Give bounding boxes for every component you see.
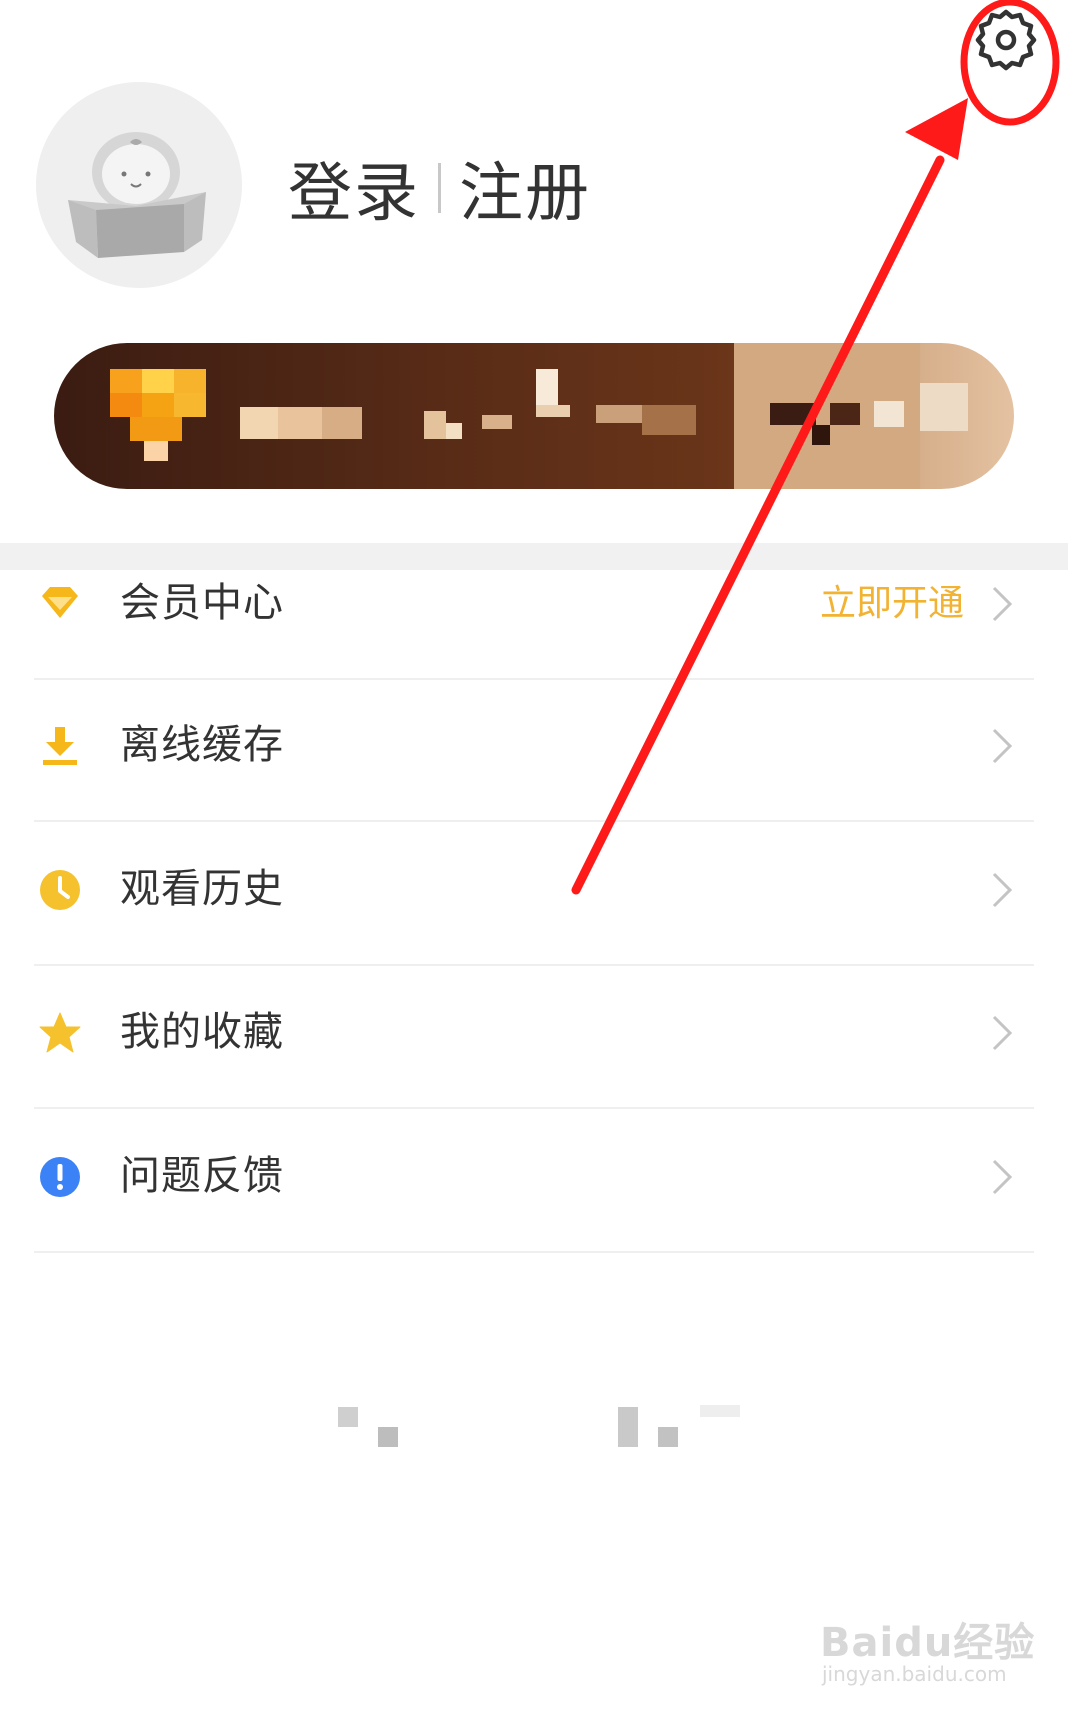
- login-link[interactable]: 登录: [288, 142, 420, 234]
- register-link[interactable]: 注册: [459, 142, 591, 234]
- vip-crown-icon: [110, 369, 206, 461]
- chevron-right-icon: [992, 1015, 1013, 1051]
- exclamation-icon: [40, 1157, 80, 1197]
- chevron-right-icon: [992, 872, 1013, 908]
- menu-item-feedback[interactable]: 问题反馈: [0, 1099, 1040, 1253]
- menu-item-watch-history[interactable]: 观看历史: [0, 812, 1040, 966]
- activate-now-link[interactable]: 立即开通: [820, 578, 964, 630]
- chevron-right-icon: [992, 586, 1013, 622]
- auth-links: 登录 注册: [288, 148, 591, 231]
- download-icon: [43, 727, 77, 765]
- menu-item-label: 我的收藏: [120, 1009, 284, 1055]
- chevron-right-icon: [992, 1159, 1013, 1195]
- settings-button[interactable]: [970, 4, 1042, 76]
- menu-item-vip-center[interactable]: 会员中心 立即开通: [0, 526, 1040, 680]
- avatar[interactable]: [36, 82, 242, 288]
- menu-item-label: 离线缓存: [120, 722, 284, 768]
- chevron-right-icon: [992, 728, 1013, 764]
- watermark: Baidu经验 jingyan.baidu.com: [820, 1590, 1060, 1700]
- footer-pixel: [658, 1427, 678, 1447]
- footer-pixel: [338, 1407, 358, 1427]
- star-icon: [39, 1012, 81, 1053]
- footer-pixel: [378, 1427, 398, 1447]
- footer-pixel: [700, 1405, 740, 1417]
- menu-item-label: 会员中心: [120, 580, 284, 626]
- clock-icon: [40, 870, 80, 910]
- watermark-brand: Baidu经验: [820, 1620, 1036, 1666]
- row-divider: [34, 1251, 1034, 1253]
- vip-banner[interactable]: [54, 343, 1014, 489]
- annotation-arrow-head: [905, 98, 968, 160]
- menu-item-label: 观看历史: [120, 866, 284, 912]
- footer-pixel: [618, 1407, 638, 1447]
- menu-item-offline-cache[interactable]: 离线缓存: [0, 668, 1040, 822]
- astronaut-box-avatar-icon: [68, 132, 206, 258]
- auth-separator: [438, 163, 441, 213]
- menu-item-label: 问题反馈: [120, 1153, 284, 1199]
- gear-icon: [975, 9, 1037, 71]
- watermark-url: jingyan.baidu.com: [822, 1662, 1007, 1686]
- diamond-icon: [42, 587, 78, 618]
- menu-item-my-favorites[interactable]: 我的收藏: [0, 955, 1040, 1109]
